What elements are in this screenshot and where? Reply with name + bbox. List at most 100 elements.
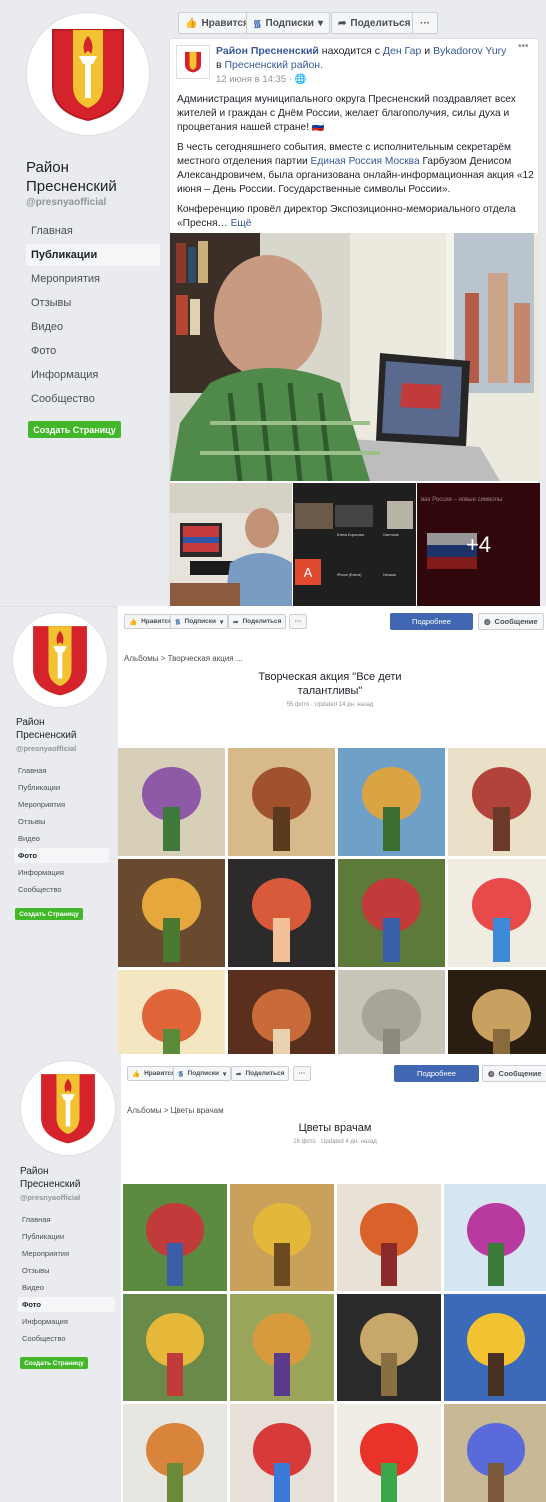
post-options-button[interactable]: ••• — [518, 41, 529, 52]
post-timestamp[interactable]: 12 июня в 14:35 · 🌐 — [216, 74, 306, 85]
album-photo-tile[interactable] — [123, 1294, 227, 1401]
see-more-link[interactable]: Ещё — [231, 218, 252, 229]
nav-item-info[interactable]: Информация — [14, 865, 109, 880]
nav-item-home[interactable]: Главная — [18, 1212, 115, 1227]
album-photo-tile[interactable] — [123, 1184, 227, 1291]
share-button[interactable]: ➦ Поделиться — [331, 12, 418, 34]
more-actions-button[interactable]: ··· — [412, 12, 438, 34]
message-button[interactable]: ◍ Сообщение — [482, 1065, 546, 1082]
nav-item-community[interactable]: Сообщество — [18, 1331, 115, 1346]
album-photo-tile[interactable] — [448, 970, 546, 1054]
post-author-link[interactable]: Район Пресненский — [216, 45, 319, 57]
album-photo-tile[interactable] — [338, 970, 445, 1054]
album-photo-tile[interactable] — [230, 1404, 334, 1502]
zoom-video-tile-3 — [387, 501, 413, 529]
page-logo[interactable] — [26, 12, 150, 136]
album-meta: 55 фото · Updated 14 дн. назад — [286, 702, 374, 708]
album-photo-tile[interactable] — [230, 1294, 334, 1401]
share-label: Поделиться — [350, 17, 411, 29]
share-label: Поделиться — [245, 1070, 285, 1077]
rss-icon: ᯾ — [175, 619, 181, 626]
album-photo-tile[interactable] — [118, 748, 225, 856]
nav-item-home[interactable]: Главная — [26, 220, 160, 242]
party-link[interactable]: Единая Россия Москва — [311, 156, 420, 167]
like-button[interactable]: 👍 Нравится — [127, 1066, 180, 1081]
page-handle: @presnyaofficial — [26, 197, 107, 208]
nav-item-photos[interactable]: Фото — [18, 1297, 115, 1312]
breadcrumb-albums[interactable]: Альбомы — [127, 1106, 161, 1115]
nav-item-reviews[interactable]: Отзывы — [18, 1263, 115, 1278]
like-button[interactable]: 👍 Нравится — [124, 614, 177, 629]
details-button[interactable]: Подробнее — [390, 613, 473, 630]
globe-icon: 🌐 — [294, 74, 307, 85]
album-photo-tile[interactable] — [228, 748, 335, 856]
like-button[interactable]: 👍 Нравится — [178, 12, 256, 34]
follow-button[interactable]: ᯾ Подписки ▾ — [170, 614, 229, 629]
tagged-friend-2[interactable]: Bykadorov Yury — [433, 45, 506, 57]
album-photo-tile[interactable] — [338, 859, 445, 967]
nav-item-reviews[interactable]: Отзывы — [26, 292, 160, 314]
nav-item-posts[interactable]: Публикации — [14, 780, 109, 795]
create-page-button[interactable]: Создать Страницу — [15, 908, 83, 920]
nav-item-video[interactable]: Видео — [18, 1280, 115, 1295]
nav-item-info[interactable]: Информация — [26, 364, 160, 386]
follow-button[interactable]: ᯾ Подписки ▾ — [246, 12, 330, 34]
album-photo-tile[interactable] — [444, 1294, 546, 1401]
nav-item-home[interactable]: Главная — [14, 763, 109, 778]
album-photo-tile[interactable] — [123, 1404, 227, 1502]
post-thumb-1[interactable] — [170, 483, 292, 606]
nav-item-events[interactable]: Мероприятия — [26, 268, 160, 290]
more-actions-button[interactable]: ··· — [293, 1066, 311, 1081]
post-thumb-3[interactable]: вах Россия – новые символы +4 — [417, 483, 540, 606]
message-label: Сообщение — [494, 617, 538, 626]
nav-item-photos[interactable]: Фото — [26, 340, 160, 362]
album-photo-tile[interactable] — [338, 748, 445, 856]
breadcrumb-albums[interactable]: Альбомы — [124, 654, 158, 663]
album-photo-tile[interactable] — [444, 1184, 546, 1291]
album-photo-tile[interactable] — [448, 748, 546, 856]
album-photo-tile[interactable] — [118, 859, 225, 967]
album-photo-tile[interactable] — [228, 970, 335, 1054]
post-paragraph-3: Конференцию провёл директор Экспозиционн… — [177, 203, 535, 231]
zoom-label-4: Наташа — [383, 573, 396, 577]
details-button[interactable]: Подробнее — [394, 1065, 479, 1082]
nav-item-photos[interactable]: Фото — [14, 848, 109, 863]
nav-item-video[interactable]: Видео — [26, 316, 160, 338]
zoom-label-2: Светлана — [383, 533, 399, 537]
share-button[interactable]: ➦ Поделиться — [231, 1066, 290, 1081]
album-photo-tile[interactable] — [118, 970, 225, 1054]
album-photo-tile[interactable] — [337, 1404, 441, 1502]
create-page-button[interactable]: Создать Страницу — [28, 421, 121, 438]
album-photo-tile[interactable] — [230, 1184, 334, 1291]
nav-item-info[interactable]: Информация — [18, 1314, 115, 1329]
message-button[interactable]: ◍ Сообщение — [478, 613, 544, 630]
album-photo-tile[interactable] — [448, 859, 546, 967]
album-photo-tile[interactable] — [337, 1184, 441, 1291]
post-avatar[interactable] — [176, 45, 210, 79]
nav-item-events[interactable]: Мероприятия — [18, 1246, 115, 1261]
nav-item-posts[interactable]: Публикации — [18, 1229, 115, 1244]
post-main-photo[interactable] — [170, 233, 540, 481]
nav-item-reviews[interactable]: Отзывы — [14, 814, 109, 829]
nav-item-posts[interactable]: Публикации — [26, 244, 160, 266]
sidebar: Район Пресненский @presnyaofficial Главн… — [0, 0, 170, 606]
page-logo[interactable] — [12, 612, 108, 708]
more-actions-button[interactable]: ··· — [289, 614, 307, 629]
post-thumb-2[interactable]: Елена Борисова Светлана A iPhone (Елена)… — [293, 483, 416, 606]
place-link[interactable]: Пресненский район. — [225, 59, 324, 71]
artwork-detail — [487, 1352, 505, 1396]
nav-item-community[interactable]: Сообщество — [26, 388, 160, 410]
artwork-detail — [162, 807, 181, 851]
album-photo-tile[interactable] — [444, 1404, 546, 1502]
thumbs-up-icon: 👍 — [185, 17, 198, 29]
nav-item-video[interactable]: Видео — [14, 831, 109, 846]
album-photo-tile[interactable] — [228, 859, 335, 967]
share-button[interactable]: ➦ Поделиться — [228, 614, 287, 629]
nav-item-community[interactable]: Сообщество — [14, 882, 109, 897]
create-page-button[interactable]: Создать Страницу — [20, 1357, 88, 1369]
nav-item-events[interactable]: Мероприятия — [14, 797, 109, 812]
page-logo[interactable] — [20, 1060, 116, 1156]
tagged-friend-1[interactable]: Ден Гар — [383, 45, 421, 57]
follow-button[interactable]: ᯾ Подписки ▾ — [173, 1066, 232, 1081]
album-photo-tile[interactable] — [337, 1294, 441, 1401]
